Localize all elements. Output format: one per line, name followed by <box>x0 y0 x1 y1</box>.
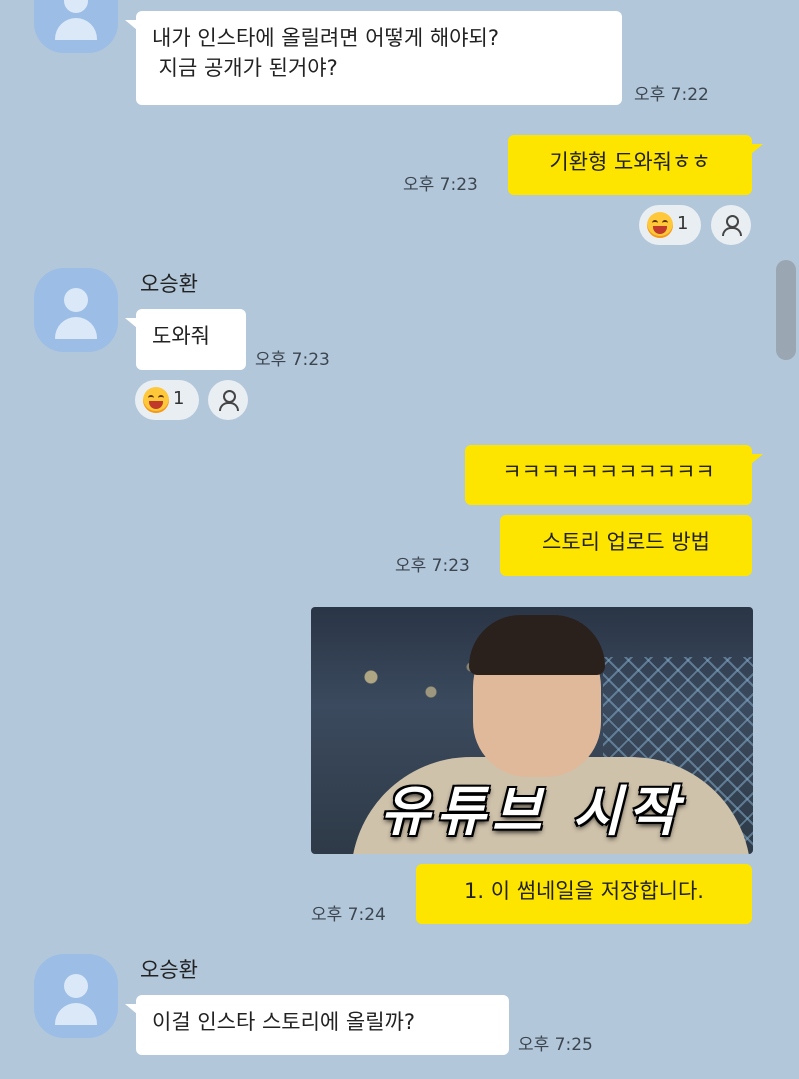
default-profile-icon <box>64 0 88 13</box>
default-profile-icon-body <box>55 317 97 339</box>
sender-name: 오승환 <box>140 272 198 296</box>
laughing-emoji-icon <box>143 387 169 413</box>
message-bubble[interactable]: ㅋㅋㅋㅋㅋㅋㅋㅋㅋㅋㅋ <box>465 445 752 505</box>
reaction-count: 1 <box>677 213 689 234</box>
person-icon-body <box>722 227 742 236</box>
message-bubble[interactable]: 기환형 도와줘ㅎㅎ <box>508 135 752 195</box>
default-profile-icon <box>64 288 88 312</box>
message-bubble[interactable]: 이걸 인스타 스토리에 올릴까? <box>136 995 509 1055</box>
avatar[interactable] <box>34 268 118 352</box>
message-time: 오후 7:23 <box>255 350 330 370</box>
avatar[interactable] <box>34 0 118 53</box>
person-hair <box>469 615 605 675</box>
message-time: 오후 7:22 <box>634 85 709 105</box>
sender-name: 오승환 <box>140 958 198 982</box>
message-bubble[interactable]: 1. 이 썸네일을 저장합니다. <box>416 864 752 924</box>
message-time: 오후 7:23 <box>403 175 478 195</box>
laughing-emoji-icon <box>647 212 673 238</box>
reaction-count: 1 <box>173 388 185 409</box>
message-time: 오후 7:23 <box>395 556 470 576</box>
reaction-badge[interactable]: 1 <box>135 380 199 420</box>
reaction-user-button[interactable] <box>711 205 751 245</box>
message-bubble[interactable]: 도와줘 <box>136 309 246 370</box>
message-time: 오후 7:25 <box>518 1035 593 1055</box>
bubble-tail <box>751 454 763 464</box>
reaction-user-button[interactable] <box>208 380 248 420</box>
thumbnail-caption: 유튜브 시작 <box>380 780 684 843</box>
thumbnail-image[interactable]: 유튜브 시작 <box>311 607 753 854</box>
default-profile-icon-body <box>55 1003 97 1025</box>
reaction-badge[interactable]: 1 <box>639 205 701 245</box>
person-icon-body <box>219 402 239 411</box>
message-bubble[interactable]: 내가 인스타에 올릴려면 어떻게 해야되? 지금 공개가 된거야? <box>136 11 622 105</box>
avatar[interactable] <box>34 954 118 1038</box>
default-profile-icon-body <box>55 18 97 40</box>
scrollbar[interactable] <box>776 260 796 360</box>
bubble-tail <box>751 144 763 154</box>
message-time: 오후 7:24 <box>311 905 386 925</box>
default-profile-icon <box>64 974 88 998</box>
message-bubble[interactable]: 스토리 업로드 방법 <box>500 515 752 576</box>
